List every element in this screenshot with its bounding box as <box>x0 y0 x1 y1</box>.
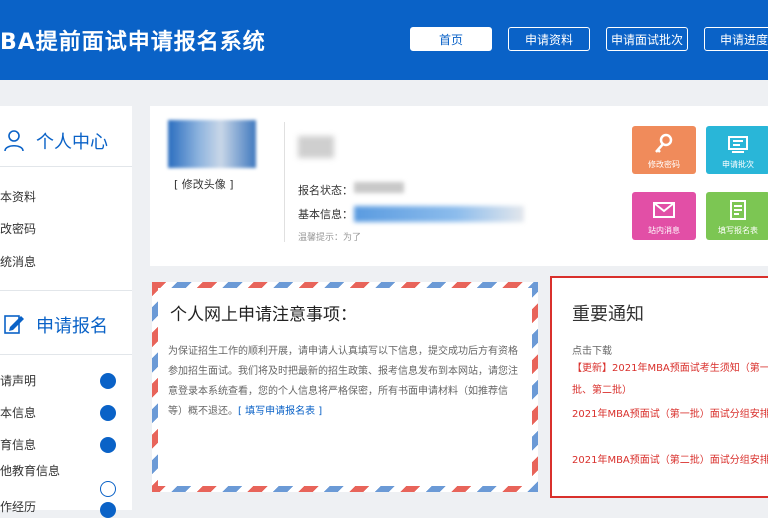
status-complete-dot <box>100 405 116 421</box>
sidebar-divider <box>0 290 132 291</box>
tile-site-messages[interactable]: 站内消息 <box>632 192 696 240</box>
mail-icon <box>653 202 675 218</box>
sidebar-link-messages[interactable]: 统消息 <box>0 253 36 270</box>
form-icon <box>730 200 746 220</box>
sidebar-link-profile[interactable]: 本资料 <box>0 188 36 205</box>
application-label: 申请报名 <box>36 316 108 337</box>
avatar[interactable] <box>168 120 256 168</box>
tile-fill-form[interactable]: 填写报名表 <box>706 192 768 240</box>
user-name-redacted <box>298 136 334 158</box>
status-complete-dot <box>100 373 116 389</box>
announcement-download-label: 点击下载 <box>572 346 612 357</box>
system-title: BA提前面试申请报名系统 <box>0 30 266 55</box>
change-avatar-link[interactable]: [ 修改头像 ] <box>174 176 234 192</box>
notice-content: 个人网上申请注意事项： 为保证招生工作的顺利开展，请申请人认真填写以下信息，提交… <box>158 288 532 486</box>
tip-text: 温馨提示：为了 <box>298 233 362 243</box>
announcement-link[interactable]: 2021年MBA预面试（第二批）面试分组安排 <box>572 450 768 472</box>
personal-center-label: 个人中心 <box>36 132 108 153</box>
tile-label: 申请批次 <box>722 160 754 169</box>
sidebar-item-education[interactable]: 育信息 <box>0 436 36 453</box>
nav-home-button[interactable]: 首页 <box>410 27 492 51</box>
stack-icon <box>728 136 748 153</box>
nav-progress-button[interactable]: 申请进度 <box>704 27 768 51</box>
basic-info-label: 基本信息： <box>298 208 353 221</box>
sidebar-item-declaration[interactable]: 请声明 <box>0 372 36 389</box>
status-incomplete-dot <box>100 481 116 497</box>
status-complete-dot <box>100 437 116 453</box>
sidebar-item-other-education[interactable]: 他教育信息 <box>0 462 60 479</box>
nav-application-info-button[interactable]: 申请资料 <box>508 27 590 51</box>
notice-text: 为保证招生工作的顺利开展，请申请人认真填写以下信息，提交成功后方有资格参加招生面… <box>168 346 518 417</box>
sidebar-link-password[interactable]: 改密码 <box>0 220 36 237</box>
edit-form-icon <box>4 315 24 334</box>
status-value-redacted <box>354 182 404 193</box>
profile-divider <box>284 122 285 242</box>
sidebar: 个人中心 本资料 改密码 统消息 申请报名 请声明 本信息 育信息 他教育信息 … <box>0 106 132 518</box>
announcement-panel: 重要通知 点击下载 【更新】2021年MBA预面试考生须知（第一批、第二批） 2… <box>550 276 768 498</box>
fill-application-link[interactable]: [ 填写申请报名表 ] <box>238 406 322 417</box>
nav-interview-batch-button[interactable]: 申请面试批次 <box>606 27 688 51</box>
tile-label: 修改密码 <box>648 160 680 169</box>
tile-change-password[interactable]: 修改密码 <box>632 126 696 174</box>
notice-title: 个人网上申请注意事项： <box>170 305 357 325</box>
key-icon <box>655 133 673 153</box>
status-label: 报名状态： <box>298 184 353 197</box>
profile-card: [ 修改头像 ] 报名状态： 基本信息： 温馨提示：为了 修改密码 申请批次 站… <box>150 106 768 266</box>
status-complete-dot <box>100 502 116 518</box>
tile-label: 站内消息 <box>648 226 680 235</box>
sidebar-item-basic-info[interactable]: 本信息 <box>0 404 36 421</box>
sidebar-divider <box>0 166 132 167</box>
personal-center-header[interactable]: 个人中心 <box>0 118 132 162</box>
top-header: BA提前面试申请报名系统 首页 申请资料 申请面试批次 申请进度 <box>0 0 768 80</box>
basic-info-value-redacted <box>354 206 524 222</box>
tile-apply-batch[interactable]: 申请批次 <box>706 126 768 174</box>
user-icon <box>4 130 24 152</box>
sidebar-item-work-experience[interactable]: 作经历 <box>0 498 36 515</box>
announcement-link[interactable]: 2021年MBA预面试（第一批）面试分组安排 <box>572 404 768 426</box>
announcement-title: 重要通知 <box>572 304 644 325</box>
notice-card: 个人网上申请注意事项： 为保证招生工作的顺利开展，请申请人认真填写以下信息，提交… <box>152 282 538 492</box>
application-header[interactable]: 申请报名 <box>0 302 132 346</box>
notice-body: 为保证招生工作的顺利开展，请申请人认真填写以下信息，提交成功后方有资格参加招生面… <box>168 342 522 422</box>
announcement-link[interactable]: 【更新】2021年MBA预面试考生须知（第一批、第二批） <box>572 358 768 402</box>
tile-label: 填写报名表 <box>718 226 758 235</box>
sidebar-divider <box>0 354 132 355</box>
